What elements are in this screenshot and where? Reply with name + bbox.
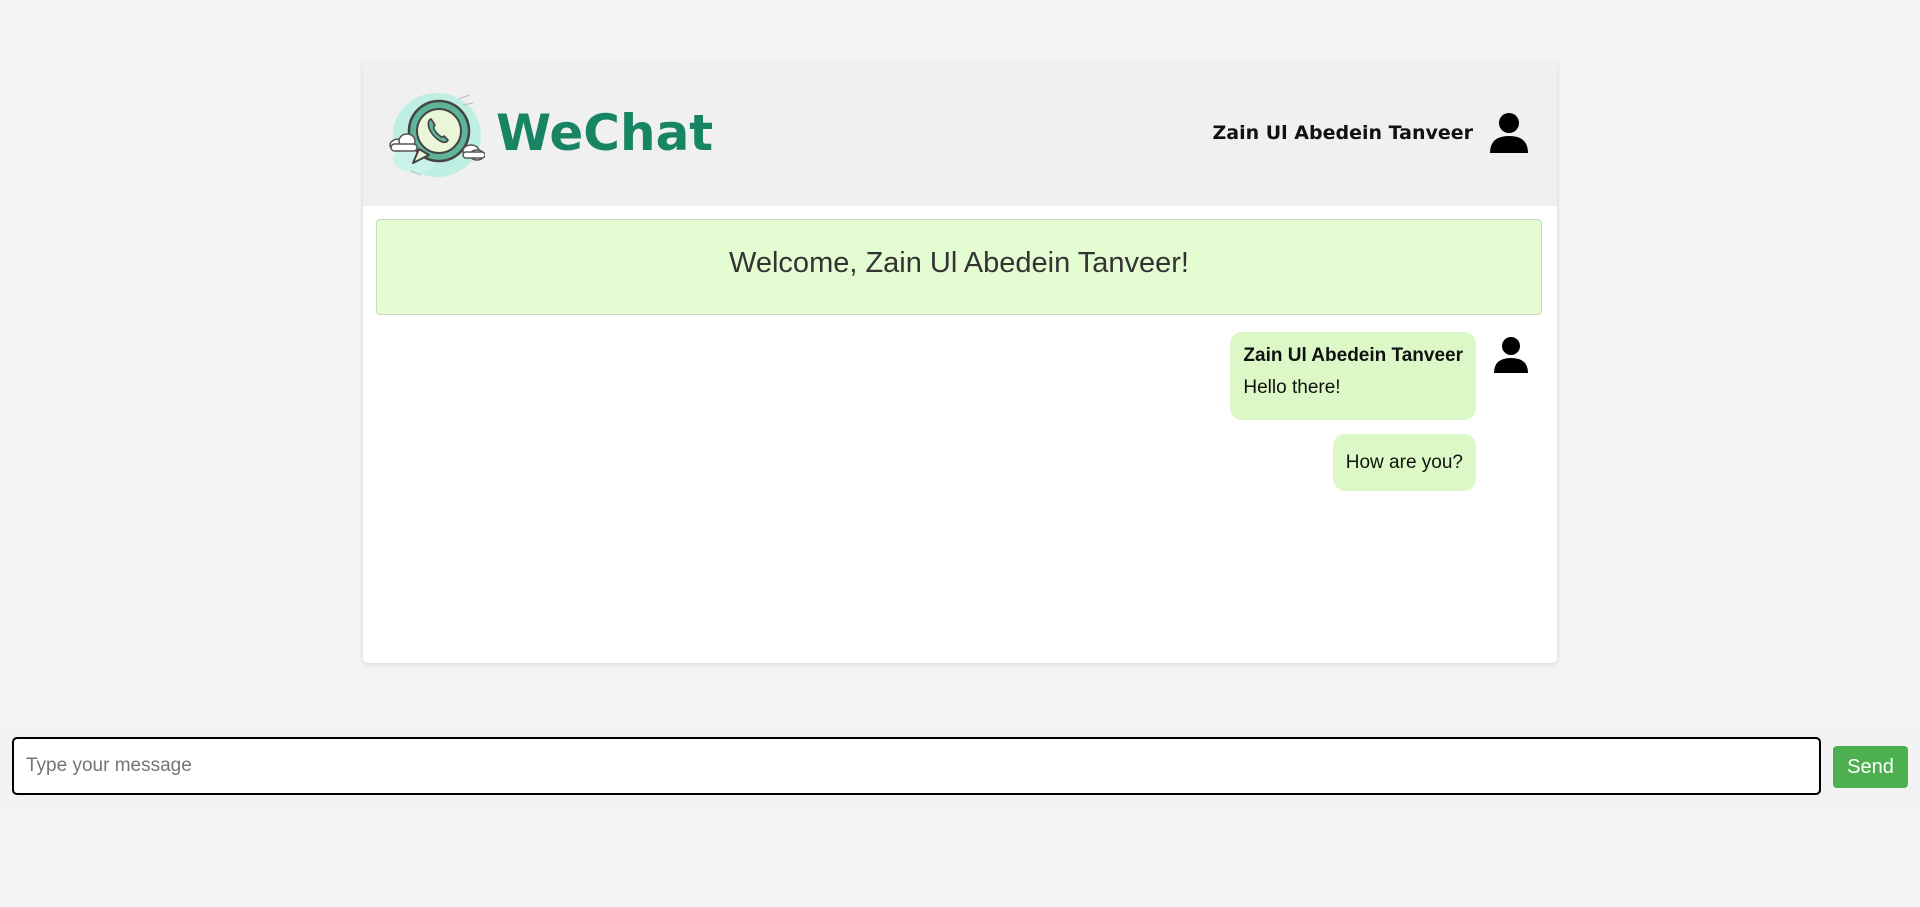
wechat-logo-icon: [389, 93, 485, 177]
welcome-banner: Welcome, Zain Ul Abedein Tanveer!: [376, 219, 1542, 315]
message-sender: Zain Ul Abedein Tanveer: [1243, 345, 1463, 366]
person-icon: [1490, 113, 1528, 153]
message-bubble: How are you?: [1332, 434, 1476, 491]
chat-container: WeChat Zain Ul Abedein Tanveer Welcome, …: [363, 63, 1557, 663]
current-user-name: Zain Ul Abedein Tanveer: [1212, 122, 1473, 144]
message-composer: Send: [0, 724, 1920, 808]
send-button[interactable]: Send: [1833, 746, 1908, 788]
chat-header: WeChat Zain Ul Abedein Tanveer: [363, 63, 1557, 206]
message-text: Hello there!: [1243, 377, 1341, 398]
message-bubble: Zain Ul Abedein Tanveer Hello there!: [1230, 332, 1476, 420]
message-input[interactable]: [12, 737, 1821, 795]
person-icon: [1494, 337, 1528, 373]
app-title: WeChat: [496, 104, 714, 162]
